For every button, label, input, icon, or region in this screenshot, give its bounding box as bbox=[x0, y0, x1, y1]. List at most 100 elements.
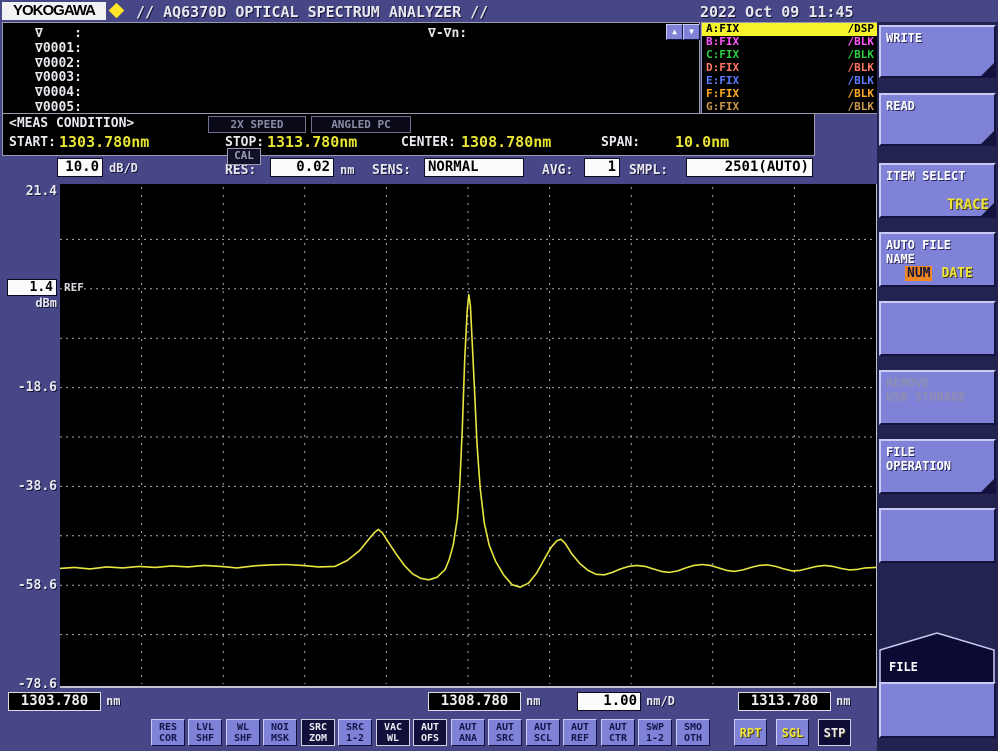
trace-row-b[interactable]: B:FIX/BLK bbox=[702, 36, 878, 49]
xaxis-start-field: 1303.780 bbox=[8, 692, 101, 711]
speed-flag: 2X SPEED bbox=[208, 116, 306, 133]
submenu-corner-icon bbox=[981, 479, 994, 492]
trace-name: D:FIX bbox=[706, 62, 739, 74]
func-button-noi-msk[interactable]: NOIMSK bbox=[263, 719, 297, 746]
func-button-aut-ref[interactable]: AUTREF bbox=[563, 719, 597, 746]
trace-status: /BLK bbox=[848, 101, 875, 113]
marker-delta-label: ∇-∇n: bbox=[428, 26, 467, 41]
ref-level-field: 1.4 bbox=[7, 279, 57, 296]
trace-row-f[interactable]: F:FIX/BLK bbox=[702, 87, 878, 100]
func-button-src-1-2[interactable]: SRC1-2 bbox=[338, 719, 372, 746]
sweep-single-button[interactable]: SGL bbox=[776, 719, 809, 746]
trace-name: F:FIX bbox=[706, 88, 739, 100]
smpl-field: 2501(AUTO) bbox=[686, 158, 813, 177]
angled-pc-flag: ANGLED PC bbox=[311, 116, 411, 133]
yaxis-label: -18.6 bbox=[7, 380, 57, 395]
func-button-res-cor[interactable]: RESCOR bbox=[151, 719, 185, 746]
softkey-blank-3 bbox=[879, 682, 996, 738]
sens-field: NORMAL bbox=[424, 158, 524, 177]
arrow-up-icon: ▲ bbox=[672, 27, 677, 36]
marker-row: ∇0003: bbox=[35, 70, 82, 85]
menu-title-tab: FILE bbox=[879, 632, 996, 689]
res-label: RES: bbox=[225, 163, 256, 178]
level-scale-unit: dB/D bbox=[109, 161, 138, 175]
func-button-aut-ana[interactable]: AUTANA bbox=[451, 719, 485, 746]
func-button-aut-src[interactable]: AUTSRC bbox=[488, 719, 522, 746]
xaxis-stop-unit: nm bbox=[836, 694, 850, 708]
marker-row: ∇ : bbox=[35, 26, 82, 41]
trace-row-d[interactable]: D:FIX/BLK bbox=[702, 62, 878, 75]
xaxis-start-unit: nm bbox=[106, 694, 120, 708]
trace-row-e[interactable]: E:FIX/BLK bbox=[702, 74, 878, 87]
func-button-src-zom[interactable]: SRCZOM bbox=[301, 719, 335, 746]
trace-row-a[interactable]: A:FIX/DSP bbox=[702, 23, 878, 36]
xaxis-scale-field: 1.00 bbox=[577, 692, 641, 711]
softkey-blank-2 bbox=[879, 508, 996, 563]
span-label: SPAN: bbox=[601, 135, 640, 150]
func-button-aut-scl[interactable]: AUTSCL bbox=[526, 719, 560, 746]
trace-status: /BLK bbox=[848, 75, 875, 87]
date-option[interactable]: DATE bbox=[941, 266, 972, 281]
trace-name: A:FIX bbox=[706, 23, 739, 35]
yaxis-bottom-label: -78.6 bbox=[7, 677, 57, 692]
meas-condition-panel: <MEAS CONDITION> 2X SPEED ANGLED PC STAR… bbox=[2, 113, 815, 156]
sweep-stop-button[interactable]: STP bbox=[818, 719, 851, 746]
marker-row: ∇0002: bbox=[35, 56, 82, 71]
sens-label: SENS: bbox=[372, 163, 411, 178]
center-value: 1308.780nm bbox=[461, 133, 551, 151]
func-button-aut-ctr[interactable]: AUTCTR bbox=[601, 719, 635, 746]
softkey-remove-usb-storage[interactable]: REMOVEUSB STORAGE bbox=[879, 370, 996, 425]
start-label: START: bbox=[9, 135, 56, 150]
spectrum-plot bbox=[60, 184, 878, 688]
softkey-auto-file-name[interactable]: AUTO FILENAMENUMDATE bbox=[879, 232, 996, 287]
xaxis-scale-unit: nm/D bbox=[646, 694, 675, 708]
yaxis-top-label: 21.4 bbox=[7, 184, 57, 199]
datetime-display: 2022 Oct 09 11:45 bbox=[700, 3, 854, 21]
app-title: // AQ6370D OPTICAL SPECTRUM ANALYZER // bbox=[136, 3, 488, 21]
res-unit: nm bbox=[340, 163, 354, 177]
sweep-repeat-button[interactable]: RPT bbox=[734, 719, 767, 746]
softkey-file-operation[interactable]: FILEOPERATION bbox=[879, 439, 996, 494]
yaxis-label: -38.6 bbox=[7, 479, 57, 494]
trace-status: /DSP bbox=[848, 23, 875, 35]
trace-status: /BLK bbox=[848, 62, 875, 74]
func-button-lvl-shf[interactable]: LVLSHF bbox=[188, 719, 222, 746]
num-option[interactable]: NUM bbox=[905, 266, 932, 281]
diamond-icon bbox=[109, 3, 125, 19]
yokogawa-logo: YOKOGAWA bbox=[2, 2, 106, 20]
func-button-smo-oth[interactable]: SMOOTH bbox=[676, 719, 710, 746]
trace-status: /BLK bbox=[848, 49, 875, 61]
trace-name: E:FIX bbox=[706, 75, 739, 87]
osa-screen: YOKOGAWA // AQ6370D OPTICAL SPECTRUM ANA… bbox=[0, 0, 998, 751]
trace-row-g[interactable]: G:FIX/BLK bbox=[702, 100, 878, 113]
trace-status: /BLK bbox=[848, 36, 875, 48]
level-scale-field: 10.0 bbox=[57, 158, 103, 177]
marker-panel: ∇ : ∇0001: ∇0002: ∇0003: ∇0004: ∇0005: ∇… bbox=[2, 22, 700, 114]
func-button-aut-ofs[interactable]: AUTOFS bbox=[413, 719, 447, 746]
marker-row: ∇0004: bbox=[35, 85, 82, 100]
trace-row-c[interactable]: C:FIX/BLK bbox=[702, 49, 878, 62]
trace-status: /BLK bbox=[848, 88, 875, 100]
func-button-vac-wl[interactable]: VACWL bbox=[376, 719, 410, 746]
trace-name: G:FIX bbox=[706, 101, 739, 113]
scroll-down-button[interactable]: ▼ bbox=[683, 24, 700, 40]
yaxis-unit-label: dBm bbox=[7, 296, 57, 310]
softkey-read[interactable]: READ bbox=[879, 93, 996, 146]
submenu-corner-icon bbox=[981, 131, 994, 144]
scroll-up-button[interactable]: ▲ bbox=[666, 24, 683, 40]
xaxis-center-unit: nm bbox=[526, 694, 540, 708]
trace-name: B:FIX bbox=[706, 36, 739, 48]
ref-line-label: REF bbox=[64, 281, 84, 294]
softkey-sidebar: WRITE READ ITEM SELECTTRACE AUTO FILENAM… bbox=[877, 22, 998, 751]
trace-status-panel: A:FIX/DSP B:FIX/BLK C:FIX/BLK D:FIX/BLK … bbox=[701, 22, 879, 114]
start-value: 1303.780nm bbox=[59, 133, 149, 151]
arrow-down-icon: ▼ bbox=[689, 27, 694, 36]
spectrum-trace bbox=[60, 184, 876, 686]
span-value: 10.0nm bbox=[675, 133, 729, 151]
softkey-item-select[interactable]: ITEM SELECTTRACE bbox=[879, 163, 996, 218]
func-button-swp-1-2[interactable]: SWP1-2 bbox=[638, 719, 672, 746]
softkey-write[interactable]: WRITE bbox=[879, 25, 996, 78]
meas-condition-heading: <MEAS CONDITION> bbox=[9, 116, 134, 131]
cal-indicator: CAL bbox=[227, 148, 261, 165]
func-button-wl-shf[interactable]: WLSHF bbox=[226, 719, 260, 746]
